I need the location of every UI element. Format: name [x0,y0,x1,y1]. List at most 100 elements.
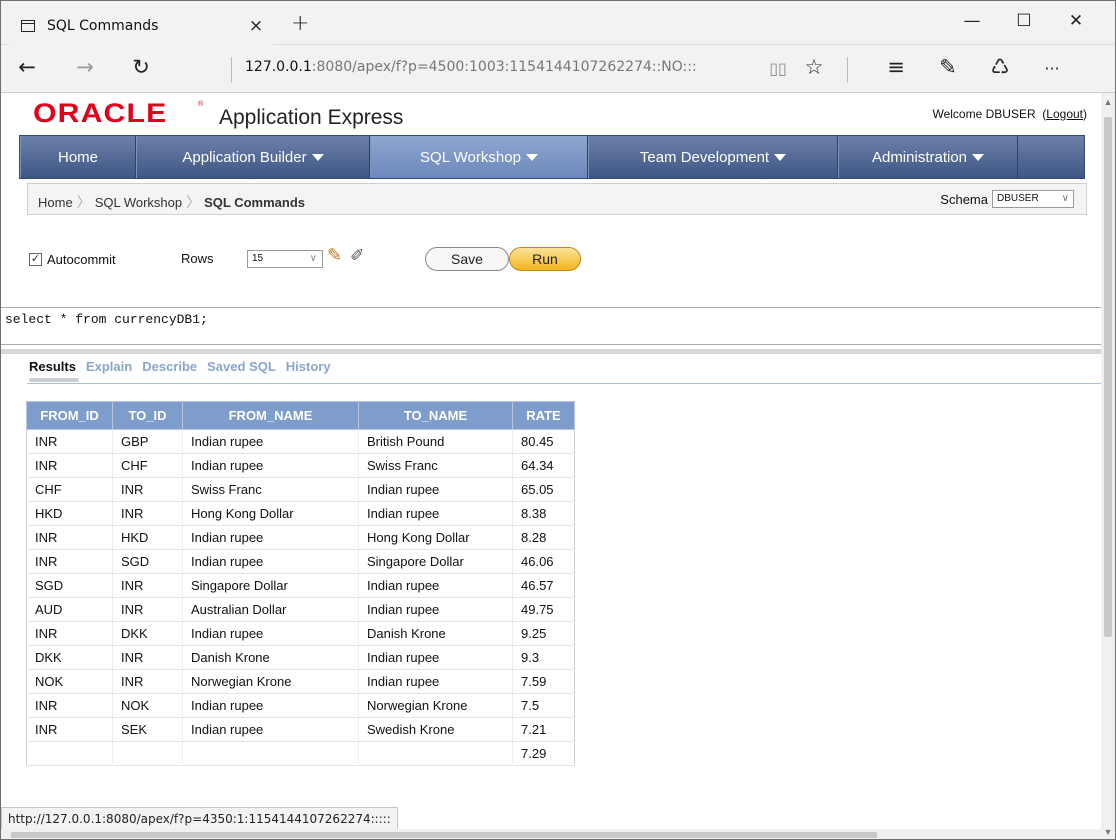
table-cell: 8.38 [512,501,575,526]
schema-select[interactable]: DBUSER [992,190,1074,208]
back-icon[interactable]: ← [9,55,45,79]
table-cell: INR [112,669,183,694]
vertical-scrollbar[interactable]: ▲ ▼ [1101,93,1115,839]
column-header: FROM_ID [26,401,113,430]
more-icon[interactable]: ··· [1035,59,1069,78]
refresh-icon[interactable]: ↻ [123,55,159,79]
status-bar: http://127.0.0.1:8080/apex/f?p=4350:1:11… [1,807,398,831]
rows-label: Rows [181,251,214,266]
browser-window: SQL Commands × + — ☐ ✕ ← → ↻ 127.0.0.1:8… [0,0,1116,840]
table-cell: INR [26,525,113,550]
horizontal-scrollbar-thumb[interactable] [11,832,877,838]
minimize-icon[interactable]: — [949,11,995,31]
horizontal-scrollbar[interactable] [1,829,1101,839]
table-cell: Indian rupee [358,573,513,598]
table-cell: 7.5 [512,693,575,718]
table-cell: Norwegian Krone [182,669,359,694]
breadcrumb-bar: Home 〉 SQL Workshop 〉 SQL Commands Schem… [27,183,1087,215]
new-tab-icon[interactable]: + [291,11,309,36]
table-cell: 80.45 [512,429,575,454]
editor-resize-handle[interactable] [1,349,1101,354]
table-cell: 7.29 [512,741,575,766]
active-tab-indicator [29,378,79,382]
autocommit-checkbox[interactable]: ✓ [29,253,42,266]
tab-describe[interactable]: Describe [142,359,197,374]
forward-icon[interactable]: → [67,55,103,79]
table-cell: CHF [26,477,113,502]
table-cell: Indian rupee [182,693,359,718]
table-row: INR NOK Indian rupee Norwegian Krone 7.5 [26,693,575,718]
nav-team-development[interactable]: Team Development [588,136,838,178]
favorite-star-icon[interactable]: ☆ [797,55,831,79]
close-tab-icon[interactable]: × [239,16,273,36]
hub-icon[interactable]: ≡ [879,55,913,79]
table-row: NOK INR Norwegian Krone Indian rupee 7.59 [26,669,575,694]
tab-explain[interactable]: Explain [86,359,132,374]
table-cell: Swiss Franc [182,477,359,502]
pencil-icon[interactable]: ✎ [327,245,342,266]
nav-administration[interactable]: Administration [838,136,1018,178]
eraser-icon[interactable]: ✐ [350,246,364,266]
table-cell: Singapore Dollar [358,549,513,574]
table-cell: INR [112,501,183,526]
browser-tab[interactable]: SQL Commands × [9,7,273,45]
url-path: :8080/apex/f?p=4500:1003:115414410726227… [311,59,697,75]
table-row: INR SEK Indian rupee Swedish Krone 7.21 [26,717,575,742]
divider [27,383,1101,384]
close-window-icon[interactable]: ✕ [1053,11,1099,31]
breadcrumb-home[interactable]: Home [38,195,73,210]
scroll-up-icon[interactable]: ▲ [1101,97,1115,107]
table-row: INR SGD Indian rupee Singapore Dollar 46.06 [26,549,575,574]
tab-results[interactable]: Results [29,359,76,374]
table-cell: AUD [26,597,113,622]
table-cell: CHF [112,453,183,478]
table-row: 7.29 [26,741,575,766]
breadcrumb-sql-workshop[interactable]: SQL Workshop [95,195,182,210]
run-button[interactable]: Run [509,247,581,271]
table-cell: INR [112,597,183,622]
table-cell [358,741,513,766]
table-cell: INR [26,693,113,718]
nav-sql-workshop[interactable]: SQL Workshop [370,136,588,178]
table-cell: INR [112,573,183,598]
save-button[interactable]: Save [425,247,509,271]
table-cell: Indian rupee [182,621,359,646]
status-link-url: http://127.0.0.1:8080/apex/f?p=4350:1:11… [8,812,391,826]
column-header: TO_NAME [358,401,513,430]
nav-home[interactable]: Home [20,136,136,178]
table-cell: HKD [112,525,183,550]
table-row: DKK INR Danish Krone Indian rupee 9.3 [26,645,575,670]
table-cell: Australian Dollar [182,597,359,622]
table-cell: 8.28 [512,525,575,550]
table-row: INR HKD Indian rupee Hong Kong Dollar 8.28 [26,525,575,550]
reading-view-icon[interactable]: ▯▯ [761,59,795,78]
table-cell: Indian rupee [182,549,359,574]
title-bar: SQL Commands × + — ☐ ✕ [1,1,1115,45]
sql-editor[interactable]: select * from currencyDB1; [1,307,1101,345]
nav-application-builder[interactable]: Application Builder [136,136,370,178]
caret-down-icon [972,153,985,161]
scroll-down-icon[interactable]: ▼ [1101,827,1115,837]
apex-header: ORACLE ® Application Express Welcome DBU… [1,93,1101,133]
share-icon[interactable]: ♺ [983,55,1017,79]
logout-link[interactable]: Logout [1046,107,1083,121]
table-cell: NOK [112,693,183,718]
table-cell: 49.75 [512,597,575,622]
results-table: FROM_ID TO_ID FROM_NAME TO_NAME RATE INR… [26,401,575,766]
table-cell: Singapore Dollar [182,573,359,598]
web-note-icon[interactable]: ✎ [931,55,965,79]
sql-editor-text: select * from currencyDB1; [5,312,208,327]
table-cell: DKK [112,621,183,646]
maximize-icon[interactable]: ☐ [1001,11,1047,31]
divider [847,57,848,83]
vertical-scrollbar-thumb[interactable] [1104,117,1112,637]
table-cell: Indian rupee [182,717,359,742]
nav-team-development-label: Team Development [639,148,770,166]
tab-saved-sql[interactable]: Saved SQL [207,359,276,374]
rows-select[interactable]: 15 [247,250,323,268]
tab-history[interactable]: History [286,359,331,374]
table-cell: SEK [112,717,183,742]
url-field[interactable]: 127.0.0.1:8080/apex/f?p=4500:1003:115414… [245,59,697,75]
table-cell: Danish Krone [358,621,513,646]
results-tabs: Results Explain Describe Saved SQL Histo… [29,359,341,374]
